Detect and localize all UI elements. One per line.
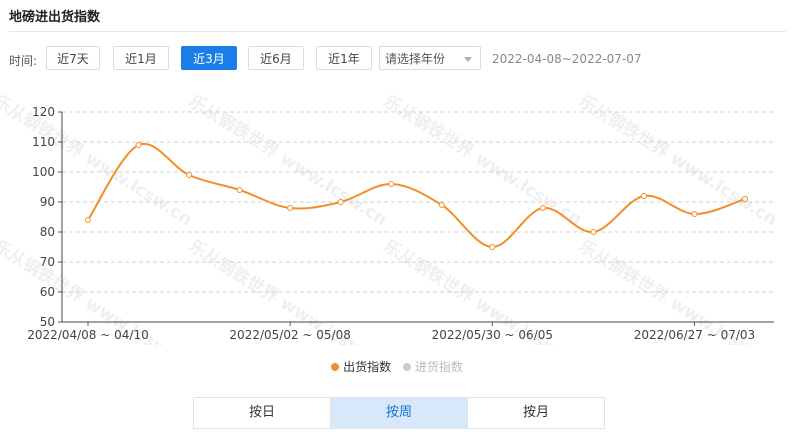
watermark-text: 乐从钢铁世界 www.lcsw.cn (575, 95, 781, 230)
range-7d-button[interactable]: 近7天 (46, 46, 100, 70)
legend-item-inbound[interactable]: 进货指数 (402, 358, 463, 375)
data-point[interactable] (287, 205, 294, 211)
data-point[interactable] (590, 229, 597, 235)
tab-weekly[interactable]: 按周 (331, 398, 468, 428)
data-point[interactable] (539, 205, 546, 211)
data-point[interactable] (337, 199, 344, 205)
watermark: 乐从钢铁世界 www.lcsw.cn (0, 95, 196, 230)
data-point[interactable] (85, 217, 91, 223)
y-tick-label: 50 (40, 315, 55, 329)
legend-item-outbound[interactable]: 出货指数 (331, 358, 391, 375)
x-tick-label: 2022/05/02 ~ 05/08 (229, 328, 350, 342)
data-point[interactable] (438, 202, 445, 208)
legend-label-outbound: 出货指数 (343, 360, 392, 374)
data-point[interactable] (691, 211, 698, 217)
y-tick-label: 100 (32, 165, 55, 179)
page-title: 地磅进出货指数 (9, 10, 101, 25)
range-1y-button[interactable]: 近1年 (316, 46, 372, 70)
line-chart: 乐从钢铁世界 www.lcsw.cn乐从钢铁世界 www.lcsw.cn乐从钢铁… (0, 95, 781, 345)
tab-daily[interactable]: 按日 (194, 398, 331, 428)
y-tick-label: 80 (40, 225, 55, 239)
data-point[interactable] (186, 172, 193, 178)
data-point[interactable] (640, 193, 647, 199)
year-select-placeholder: 请选择年份 (385, 52, 446, 66)
date-range-text: 2022-04-08~2022-07-07 (492, 52, 642, 66)
chevron-down-icon (464, 57, 472, 62)
tab-monthly[interactable]: 按月 (468, 398, 604, 428)
y-tick-label: 70 (40, 255, 55, 269)
watermark-text: 乐从钢铁世界 www.lcsw.cn (0, 95, 196, 230)
y-tick-label: 60 (40, 285, 55, 299)
x-tick-label: 2022/06/27 ~ 07/03 (634, 328, 755, 342)
y-tick-label: 120 (32, 105, 55, 119)
granularity-tabs: 按日 按周 按月 (193, 397, 605, 429)
data-point[interactable] (236, 187, 243, 193)
data-point[interactable] (742, 196, 748, 202)
time-label: 时间: (9, 54, 38, 68)
range-6m-button[interactable]: 近6月 (248, 46, 304, 70)
legend-label-inbound: 进货指数 (414, 360, 463, 374)
data-point[interactable] (489, 244, 496, 250)
legend-marker-outbound (331, 363, 340, 371)
x-tick-label: 2022/05/30 ~ 06/05 (432, 328, 553, 342)
y-tick-label: 90 (40, 195, 55, 209)
title-divider (9, 31, 786, 32)
range-1m-button[interactable]: 近1月 (113, 46, 169, 70)
chart-legend: 出货指数 进货指数 (0, 358, 794, 375)
legend-marker-inbound (402, 363, 411, 371)
data-point[interactable] (135, 142, 142, 148)
x-tick-label: 2022/04/08 ~ 04/10 (27, 328, 148, 342)
range-3m-button[interactable]: 近3月 (181, 46, 237, 70)
filter-bar: 时间: 近7天 近1月 近3月 近6月 近1年 请选择年份 2022-04-08… (0, 46, 794, 72)
watermark: 乐从钢铁世界 www.lcsw.cn (575, 95, 781, 230)
y-tick-label: 110 (32, 135, 55, 149)
data-point[interactable] (388, 181, 395, 187)
year-select[interactable]: 请选择年份 (379, 46, 481, 70)
